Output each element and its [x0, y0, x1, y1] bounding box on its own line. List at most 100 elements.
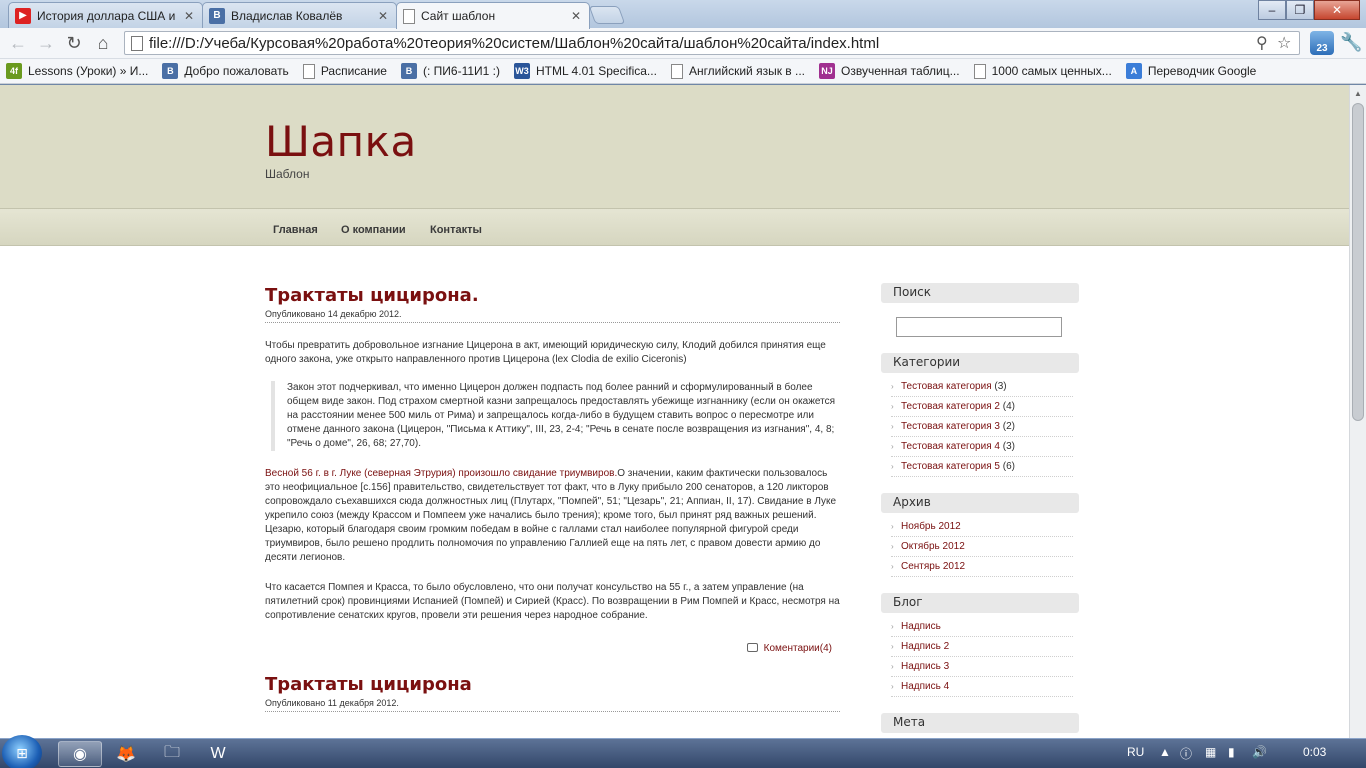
close-icon[interactable]: ✕ — [376, 9, 390, 23]
category-name: Тестовая категория 5 — [901, 461, 1000, 472]
post-title[interactable]: Трактаты цицирона. — [265, 285, 840, 306]
minimize-icon[interactable]: – — [1258, 0, 1286, 20]
bullet-icon: › — [891, 662, 894, 671]
info-icon[interactable]: ⓘ — [1180, 745, 1192, 762]
bookmark-item[interactable]: Расписание — [302, 63, 387, 79]
archive-item[interactable]: › Октябрь 2012 — [891, 537, 1073, 557]
widget-title: Категории — [881, 353, 1079, 373]
scroll-up-icon[interactable]: ▲ — [1350, 85, 1366, 101]
chrome-taskbar-button[interactable]: ◉ — [58, 741, 102, 767]
nav-about[interactable]: О компании — [341, 224, 406, 236]
page-viewport: Шапка Шаблон Главная О компании Контакты… — [0, 85, 1349, 738]
post-meta: Опубликовано 11 декабря 2012. — [265, 698, 840, 712]
post-link[interactable]: Весной 56 г. в г. Луке (северная Этрурия… — [265, 468, 617, 479]
search-icon[interactable]: ⚲ — [1256, 33, 1268, 53]
chrome-icon: ◉ — [73, 746, 87, 763]
search-input[interactable] — [896, 317, 1062, 337]
blog-item[interactable]: › Надпись 4 — [891, 677, 1073, 697]
signal-icon[interactable]: ▮ — [1228, 745, 1235, 759]
nav-contacts[interactable]: Контакты — [430, 224, 482, 236]
bookmark-item[interactable]: 1000 самых ценных... — [973, 63, 1112, 79]
bookmark-label: Lessons (Уроки) » И... — [28, 64, 149, 78]
category-item[interactable]: › Тестовая категория 2 (4) — [891, 397, 1073, 417]
post-paragraph: Весной 56 г. в г. Луке (северная Этрурия… — [265, 467, 840, 565]
explorer-taskbar-button[interactable]: 🗀 — [150, 741, 194, 767]
tray-arrow-icon[interactable]: ▲ — [1159, 745, 1171, 759]
bookmark-item[interactable]: NJ Озвученная таблиц... — [819, 63, 960, 79]
folder-icon: 🗀 — [163, 743, 180, 761]
wrench-icon[interactable]: 🔧 — [1340, 32, 1362, 53]
widget-title: Архив — [881, 493, 1079, 513]
bullet-icon: › — [891, 562, 894, 571]
word-taskbar-button[interactable]: W — [196, 741, 240, 767]
reload-icon[interactable]: ↻ — [62, 32, 86, 54]
bookmarks-bar: 4f Lessons (Уроки) » И... B Добро пожалова… — [0, 59, 1366, 84]
browser-toolbar: ← → ↻ ⌂ ⚲ ☆ 23 🔧 — [0, 28, 1366, 59]
page-icon — [670, 63, 683, 79]
bookmark-label: 1000 самых ценных... — [991, 64, 1112, 78]
close-window-icon[interactable]: ✕ — [1314, 0, 1360, 20]
category-item[interactable]: › Тестовая категория 5 (6) — [891, 457, 1073, 477]
network-icon[interactable]: ▦ — [1205, 745, 1216, 759]
bookmark-item[interactable]: A Переводчик Google — [1125, 63, 1256, 79]
site-title[interactable]: Шапка — [265, 117, 417, 166]
bookmark-item[interactable]: B (: ПИ6-11И1 :) — [400, 63, 500, 79]
bullet-icon: › — [891, 522, 894, 531]
maximize-icon[interactable]: ❐ — [1286, 0, 1314, 20]
back-arrow-icon[interactable]: ← — [6, 32, 30, 54]
blog-label: Надпись 3 — [901, 661, 950, 672]
tab-2-active[interactable]: Сайт шаблон ✕ — [396, 2, 590, 29]
archive-item[interactable]: › Ноябрь 2012 — [891, 517, 1073, 537]
bookmark-item[interactable]: W3 HTML 4.01 Specifica... — [514, 63, 657, 79]
tab-0[interactable]: ▶ История доллара США и ✕ — [8, 2, 203, 28]
browser-tabstrip: ▶ История доллара США и ✕ B Владислав Ко… — [0, 0, 1366, 29]
bullet-icon: › — [891, 402, 894, 411]
post-quote: Закон этот подчеркивал, что именно Цицер… — [271, 381, 840, 451]
bookmark-item[interactable]: 4f Lessons (Уроки) » И... — [6, 63, 148, 79]
firefox-taskbar-button[interactable]: 🦊 — [104, 741, 148, 767]
forward-arrow-icon[interactable]: → — [34, 32, 58, 54]
4f-icon: 4f — [6, 63, 22, 79]
close-icon[interactable]: ✕ — [569, 9, 583, 23]
bullet-icon: › — [891, 682, 894, 691]
new-tab-button[interactable] — [588, 6, 626, 24]
start-button[interactable]: ⊞ — [2, 735, 42, 768]
category-count: (3) — [994, 381, 1007, 392]
bookmark-item[interactable]: B Добро пожаловать — [162, 63, 289, 79]
blog-item[interactable]: › Надпись — [891, 617, 1073, 637]
widget-title: Мета — [881, 713, 1079, 733]
language-indicator[interactable]: RU — [1127, 745, 1144, 759]
address-bar[interactable]: ⚲ ☆ — [124, 31, 1300, 55]
search-widget: Поиск — [881, 283, 1079, 337]
clock[interactable]: 0:03 — [1303, 745, 1326, 759]
category-count: (6) — [1002, 461, 1015, 472]
post-paragraph: Что касается Помпея и Красса, то было об… — [265, 582, 840, 621]
nav-home[interactable]: Главная — [273, 224, 318, 236]
post-title[interactable]: Трактаты цицирона — [265, 674, 840, 695]
home-icon[interactable]: ⌂ — [91, 32, 115, 54]
category-item[interactable]: › Тестовая категория 4 (3) — [891, 437, 1073, 457]
category-name: Тестовая категория 4 — [901, 441, 1000, 452]
archive-item[interactable]: › Сентярь 2012 — [891, 557, 1073, 577]
category-item[interactable]: › Тестовая категория (3) — [891, 377, 1073, 397]
category-item[interactable]: › Тестовая категория 3 (2) — [891, 417, 1073, 437]
category-name: Тестовая категория 3 — [901, 421, 1000, 432]
blog-item[interactable]: › Надпись 2 — [891, 637, 1073, 657]
archive-label: Ноябрь 2012 — [901, 521, 961, 532]
bookmark-label: Английский язык в ... — [688, 64, 805, 78]
volume-icon[interactable]: 🔊 — [1252, 745, 1267, 759]
url-input[interactable] — [149, 34, 1249, 52]
blog-item[interactable]: › Надпись 3 — [891, 657, 1073, 677]
tab-1[interactable]: B Владислав Ковалёв ✕ — [202, 2, 397, 28]
scroll-thumb[interactable] — [1352, 103, 1364, 421]
extension-icon[interactable]: 23 — [1310, 31, 1334, 55]
blog-label: Надпись — [901, 621, 941, 632]
close-icon[interactable]: ✕ — [182, 9, 196, 23]
page-scrollbar[interactable]: ▲ — [1349, 85, 1366, 738]
archive-widget: Архив › Ноябрь 2012 › Октябрь 2012 › Сентяр… — [881, 493, 1079, 577]
comments-link[interactable]: Коментарии(4) — [265, 643, 840, 654]
category-count: (3) — [1002, 441, 1015, 452]
bookmark-item[interactable]: Английский язык в ... — [670, 63, 805, 79]
star-icon[interactable]: ☆ — [1277, 33, 1291, 53]
page-icon — [302, 63, 315, 79]
